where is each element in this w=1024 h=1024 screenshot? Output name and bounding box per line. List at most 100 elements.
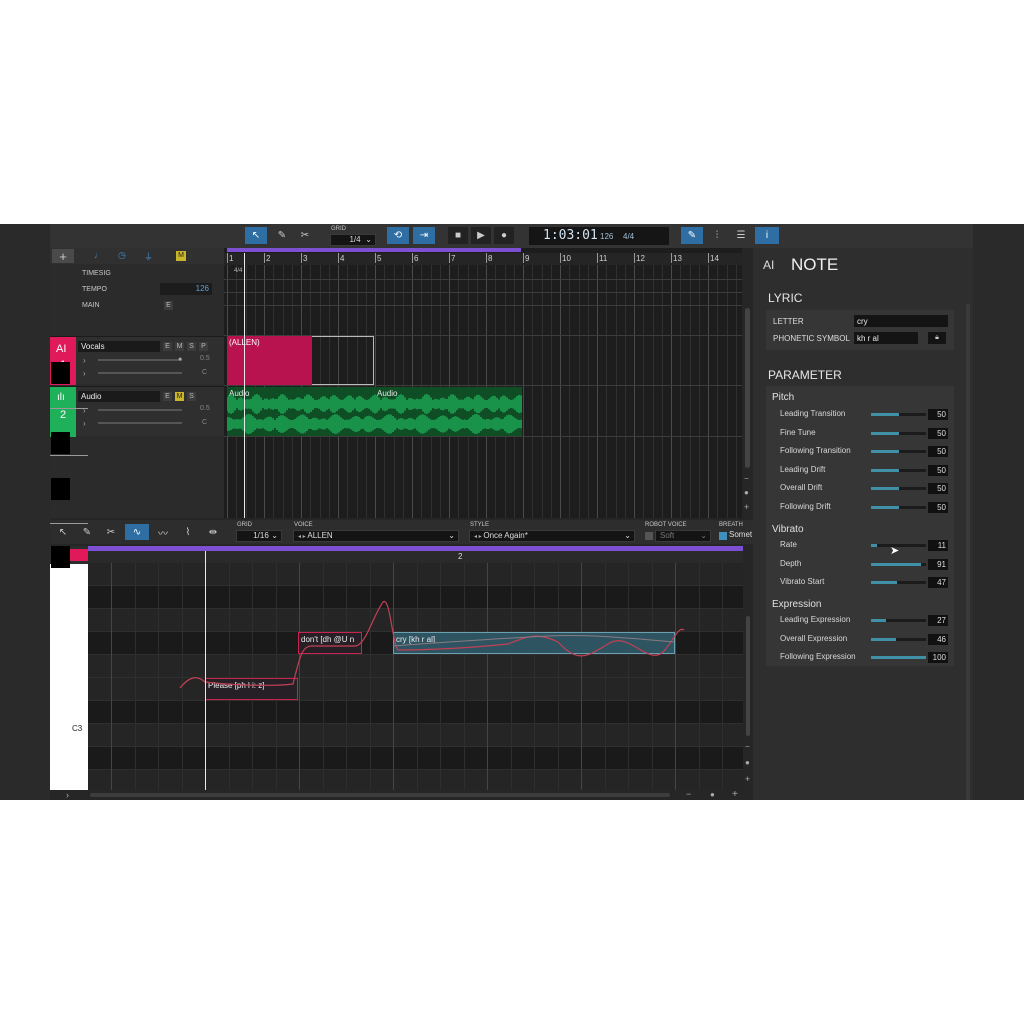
track-vocals[interactable]: AI 1 Vocals E M S P › ● 0.5 › C: [50, 336, 224, 385]
mixer-button[interactable]: ⫶: [706, 227, 728, 244]
pencil-icon[interactable]: ✎: [78, 524, 96, 540]
param-slider[interactable]: [871, 413, 926, 416]
scroll-thumb[interactable]: [90, 793, 670, 797]
track-p-button[interactable]: P: [199, 342, 208, 351]
pencil-tool-button[interactable]: ✎: [272, 227, 292, 244]
expand-icon[interactable]: ›: [83, 419, 86, 428]
param-slider[interactable]: [871, 638, 926, 641]
piano-keyboard[interactable]: AI C3: [50, 546, 88, 800]
volume-slider[interactable]: [98, 359, 182, 361]
expand-icon[interactable]: ›: [83, 356, 86, 365]
zoom-out-icon[interactable]: −: [744, 474, 749, 483]
track-name-field[interactable]: Vocals: [78, 341, 160, 352]
inspector-scrollbar[interactable]: [966, 304, 970, 800]
phonetic-input[interactable]: kh r al: [854, 332, 918, 344]
transition-icon[interactable]: ⌇: [177, 524, 199, 540]
param-slider[interactable]: [871, 581, 926, 584]
arranger-view[interactable]: 1234567891011121314 4/4 (ALLEN) Audio Au…: [224, 248, 742, 518]
lock-button[interactable]: 🔒︎: [928, 332, 946, 344]
editor-playhead[interactable]: [205, 551, 206, 790]
track-edit-button[interactable]: E: [163, 342, 172, 351]
track-mute-button[interactable]: M: [175, 392, 184, 401]
piano-black-key[interactable]: [51, 546, 70, 568]
param-slider[interactable]: [871, 563, 926, 566]
scroll-thumb[interactable]: [745, 308, 750, 468]
param-slider[interactable]: [871, 450, 926, 453]
zoom-in-icon[interactable]: +: [745, 774, 750, 784]
param-value-field[interactable]: 27: [928, 615, 948, 626]
param-value-field[interactable]: 47: [928, 577, 948, 588]
letter-input[interactable]: cry: [854, 315, 948, 327]
piano-black-key[interactable]: [51, 432, 70, 454]
inspector-button[interactable]: i: [755, 227, 779, 244]
arranger-scrollbar[interactable]: − ● +: [742, 248, 753, 518]
scissors-icon[interactable]: ✂: [102, 524, 120, 540]
zoom-knob-icon[interactable]: ●: [744, 488, 749, 497]
editor-grid-select[interactable]: 1/16 ⌄: [236, 530, 282, 542]
param-value-field[interactable]: 50: [928, 483, 948, 494]
grid-select[interactable]: 1/4 ⌄: [330, 234, 376, 246]
zoom-knob-icon[interactable]: ●: [745, 758, 750, 767]
punch-button[interactable]: ⇥: [413, 227, 435, 244]
pitch-curve-icon[interactable]: ∿: [125, 524, 149, 540]
param-value-field[interactable]: 50: [928, 465, 948, 476]
track-name-field[interactable]: Audio: [78, 391, 160, 402]
editor-v-scrollbar[interactable]: − ● +: [743, 546, 753, 790]
zoom-out-icon[interactable]: −: [745, 742, 750, 751]
loop-region-bar[interactable]: [227, 248, 521, 252]
arrow-icon[interactable]: ↖: [54, 524, 72, 540]
param-slider[interactable]: [871, 544, 926, 547]
play-button[interactable]: ▶: [471, 227, 491, 244]
metronome-icon[interactable]: ⏚: [144, 250, 153, 263]
audio-clip[interactable]: Audio Audio: [227, 387, 522, 436]
zoom-knob-icon[interactable]: ●: [710, 790, 715, 799]
m-button[interactable]: M: [176, 251, 186, 261]
add-track-button[interactable]: +: [52, 249, 74, 264]
piano-black-key[interactable]: [51, 362, 70, 384]
arrow-tool-button[interactable]: ↖: [245, 227, 267, 244]
clock-icon[interactable]: ◷: [118, 250, 126, 261]
param-slider[interactable]: [871, 619, 926, 622]
vibrato-icon[interactable]: 〰: [152, 524, 174, 540]
param-value-field[interactable]: 11: [928, 540, 948, 551]
playhead[interactable]: [244, 253, 245, 518]
track-audio[interactable]: ılı 2 Audio E M S › 0.5 › C: [50, 386, 224, 437]
zoom-in-icon[interactable]: +: [732, 789, 738, 800]
tempo-field[interactable]: 126: [160, 283, 212, 295]
zoom-in-icon[interactable]: +: [744, 502, 749, 512]
pan-slider[interactable]: [98, 372, 182, 374]
piano-roll[interactable]: 2 Please [ph l i: z] don't [dh @U n cry …: [88, 546, 743, 790]
robot-voice-select[interactable]: Soft ⌄: [655, 530, 711, 542]
pitch-curve[interactable]: [88, 546, 743, 790]
note-icon[interactable]: ♩: [94, 250, 103, 260]
param-value-field[interactable]: 50: [928, 502, 948, 513]
prev-next-icon[interactable]: ◂ ▸: [474, 534, 483, 540]
arranger-ruler[interactable]: 1 2 3 4 5 6 7 8 9 10 11 12 13 14: [224, 253, 742, 265]
track-solo-button[interactable]: S: [187, 342, 196, 351]
param-value-field[interactable]: 50: [928, 428, 948, 439]
prev-next-icon[interactable]: ◂ ▸: [298, 534, 307, 540]
param-value-field[interactable]: 100: [928, 652, 948, 663]
stop-button[interactable]: ■: [448, 227, 468, 244]
volume-slider[interactable]: [98, 409, 182, 411]
main-edit-button[interactable]: E: [164, 301, 173, 310]
param-value-field[interactable]: 91: [928, 559, 948, 570]
expand-icon[interactable]: ›: [66, 790, 69, 800]
loop-button[interactable]: ⟲: [387, 227, 409, 244]
scissors-tool-button[interactable]: ✂: [295, 227, 315, 244]
param-slider[interactable]: [871, 469, 926, 472]
robot-voice-checkbox[interactable]: [645, 532, 653, 540]
piano-black-key[interactable]: [51, 478, 70, 500]
zoom-out-icon[interactable]: −: [686, 789, 691, 799]
track-solo-button[interactable]: S: [187, 392, 196, 401]
list-button[interactable]: ☰: [730, 227, 752, 244]
param-slider[interactable]: [871, 487, 926, 490]
param-slider[interactable]: [871, 656, 926, 659]
edit-view-button[interactable]: ✎: [681, 227, 703, 244]
expand-icon[interactable]: ›: [83, 369, 86, 378]
timing-icon[interactable]: ⇹: [202, 524, 224, 540]
style-select[interactable]: ◂ ▸ Once Again* ⌄: [469, 530, 635, 542]
track-edit-button[interactable]: E: [163, 392, 172, 401]
voice-select[interactable]: ◂ ▸ ALLEN ⌄: [293, 530, 459, 542]
param-value-field[interactable]: 46: [928, 634, 948, 645]
